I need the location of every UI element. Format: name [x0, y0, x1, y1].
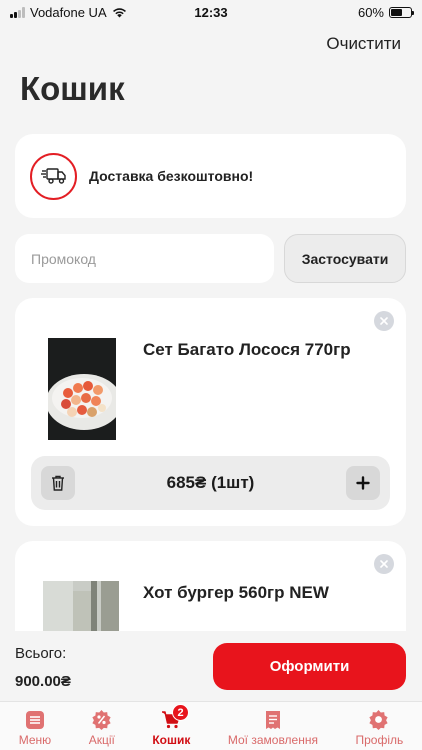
close-icon — [380, 560, 388, 568]
bottom-nav: Меню Акції 2 Кошик Мої замовлення Профіл… — [0, 701, 422, 750]
checkout-bar: Всього: 900.00₴ Оформити — [0, 631, 422, 701]
delivery-text: Доставка безкоштовно! — [89, 168, 254, 184]
remove-item-button[interactable] — [374, 554, 394, 574]
signal-icon — [10, 6, 25, 18]
delete-item-button[interactable] — [41, 466, 75, 500]
profile-icon — [369, 710, 389, 730]
nav-item-cart[interactable]: 2 Кошик — [152, 702, 190, 747]
truck-icon-circle — [30, 152, 77, 200]
product-image[interactable] — [48, 338, 116, 440]
receipt-icon — [263, 710, 283, 730]
menu-icon — [25, 710, 45, 730]
remove-item-button[interactable] — [374, 311, 394, 331]
quantity-bar: 685₴ (1шт) — [31, 456, 390, 510]
truck-icon — [40, 168, 66, 184]
status-bar: Vodafone UA 12:33 60% — [0, 0, 422, 24]
nav-item-profile[interactable]: Профіль — [355, 702, 403, 747]
cart-badge: 2 — [172, 704, 190, 721]
cart-item: Сет Багато Лосося 770гр 685₴ (1шт) — [15, 298, 406, 526]
carrier-name: Vodafone UA — [30, 4, 107, 20]
total-label: Всього: — [15, 645, 67, 662]
trash-icon — [52, 475, 64, 491]
product-title: Сет Багато Лосося 770гр — [143, 340, 351, 359]
status-left: Vodafone UA — [10, 5, 127, 20]
close-icon — [380, 317, 388, 325]
nav-label: Меню — [18, 733, 52, 747]
wifi-icon — [112, 7, 126, 17]
percent-icon — [92, 710, 112, 730]
promo-code-input[interactable] — [15, 234, 274, 283]
increase-quantity-button[interactable] — [345, 466, 380, 500]
status-time: 12:33 — [194, 4, 228, 20]
nav-item-promotions[interactable]: Акції — [89, 702, 115, 747]
status-right: 60% — [357, 4, 414, 20]
total-value: 900.00₴ — [15, 673, 71, 690]
battery-percent: 60% — [357, 4, 384, 20]
delivery-card: Доставка безкоштовно! — [15, 134, 406, 218]
nav-item-menu[interactable]: Меню — [19, 702, 51, 747]
battery-icon — [389, 6, 414, 18]
apply-promo-button[interactable]: Застосувати — [284, 234, 406, 283]
page-title: Кошик — [20, 70, 125, 107]
plus-icon — [356, 476, 370, 490]
clear-cart-button[interactable]: Очистити — [326, 34, 401, 54]
product-title: Хот бургер 560гр NEW — [143, 583, 329, 602]
nav-label: Мої замовлення — [227, 733, 318, 747]
checkout-button[interactable]: Оформити — [213, 643, 406, 690]
nav-label: Профіль — [355, 733, 404, 747]
nav-item-orders[interactable]: Мої замовлення — [228, 702, 318, 747]
nav-label: Кошик — [152, 733, 191, 747]
nav-label: Акції — [88, 733, 115, 747]
price-quantity: 685₴ (1шт) — [166, 473, 255, 492]
